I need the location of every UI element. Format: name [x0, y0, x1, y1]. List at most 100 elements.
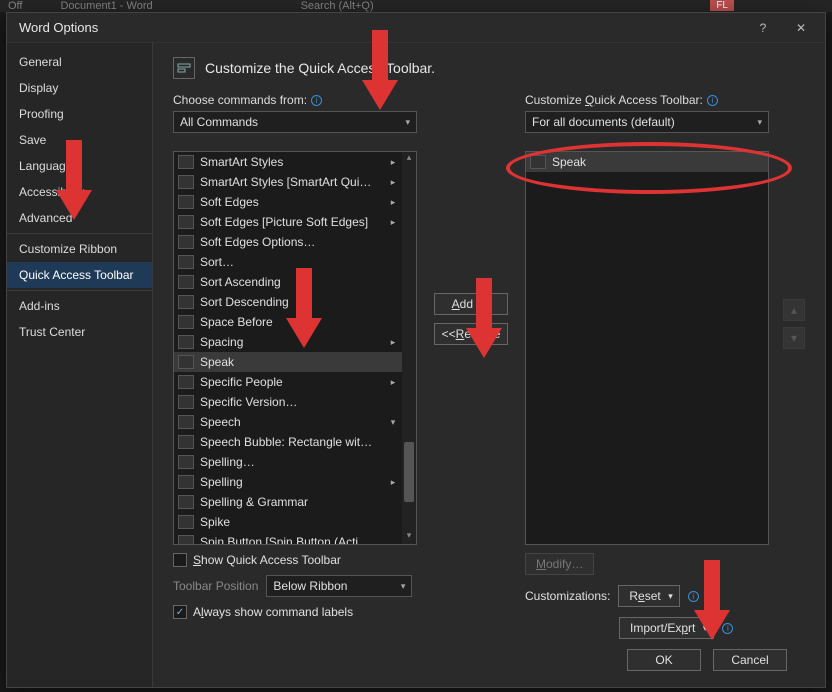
command-item[interactable]: Spelling▸	[174, 472, 402, 492]
always-labels-checkbox[interactable]: ✓	[173, 605, 187, 619]
command-item[interactable]: Speak	[174, 352, 402, 372]
command-item[interactable]: SmartArt Styles [SmartArt Qui…▸	[174, 172, 402, 192]
import-export-button[interactable]: Import/Exprt ▾	[619, 617, 714, 639]
command-item[interactable]: Soft Edges▸	[174, 192, 402, 212]
command-item[interactable]: Spike	[174, 512, 402, 532]
show-qat-row: Show Quick Access Toolbar	[173, 553, 417, 567]
submenu-caret-icon: ▸	[388, 337, 398, 348]
command-item[interactable]: Sort Descending	[174, 292, 402, 312]
show-qat-checkbox[interactable]	[173, 553, 187, 567]
modify-button[interactable]: Modify…	[525, 553, 594, 575]
command-item[interactable]: Sort Ascending	[174, 272, 402, 292]
command-label: Spike	[200, 515, 398, 529]
dialog-title: Word Options	[13, 20, 98, 35]
command-icon	[178, 315, 194, 329]
info-icon[interactable]: i	[311, 95, 322, 106]
columns: Choose commands from: i All Commands ▾ S…	[173, 93, 805, 639]
command-item[interactable]: SmartArt Styles▸	[174, 152, 402, 172]
reorder-column: ▴ ▾	[783, 93, 805, 349]
command-item[interactable]: Spacing ▸	[174, 332, 402, 352]
reset-button[interactable]: Reset ▾	[618, 585, 679, 607]
command-label: Space Before	[200, 315, 398, 329]
command-item[interactable]: Speech Bubble: Rectangle wit…	[174, 432, 402, 452]
close-button[interactable]: ✕	[783, 16, 819, 40]
info-icon[interactable]: i	[688, 591, 699, 602]
right-below-controls: Modify… Customizations: Reset ▾ i	[525, 553, 769, 639]
remove-button[interactable]: << Remove	[434, 323, 508, 345]
customize-qat-label: Customize Quick Access Toolbar: i	[525, 93, 769, 107]
command-icon	[178, 175, 194, 189]
chevron-down-icon: ▾	[757, 117, 762, 128]
autosave-off: Off	[8, 0, 22, 12]
command-item[interactable]: Soft Edges [Picture Soft Edges]▸	[174, 212, 402, 232]
toolbar-position-combo[interactable]: Below Ribbon ▾	[266, 575, 412, 597]
command-icon	[178, 255, 194, 269]
info-icon[interactable]: i	[707, 95, 718, 106]
command-icon	[178, 355, 194, 369]
nav-item-general[interactable]: General	[7, 49, 152, 75]
nav-item-quick-access-toolbar[interactable]: Quick Access Toolbar	[7, 262, 152, 288]
command-label: Soft Edges Options…	[200, 235, 398, 249]
dropdown-caret-icon: ▾	[388, 417, 398, 428]
word-options-dialog: Word Options ? ✕ GeneralDisplayProofingS…	[6, 12, 826, 688]
command-icon	[178, 215, 194, 229]
nav-item-display[interactable]: Display	[7, 75, 152, 101]
submenu-caret-icon: ▸	[388, 217, 398, 228]
middle-column: Add >> << Remove	[431, 93, 511, 345]
command-item[interactable]: Soft Edges Options…	[174, 232, 402, 252]
chevron-down-icon: ▾	[405, 117, 410, 128]
nav-item-accessibility[interactable]: Accessibility	[7, 179, 152, 205]
nav-item-advanced[interactable]: Advanced	[7, 205, 152, 231]
command-label: Speech Bubble: Rectangle wit…	[200, 435, 398, 449]
command-label: Speak	[200, 355, 398, 369]
commands-scrollbar[interactable]: ▴ ▾	[402, 152, 416, 544]
nav-item-language[interactable]: Language	[7, 153, 152, 179]
nav-item-proofing[interactable]: Proofing	[7, 101, 152, 127]
nav-item-save[interactable]: Save	[7, 127, 152, 153]
command-item[interactable]: Speech▾	[174, 412, 402, 432]
info-icon[interactable]: i	[722, 623, 733, 634]
submenu-caret-icon: ▸	[388, 197, 398, 208]
command-item[interactable]: Specific People▸	[174, 372, 402, 392]
scroll-down-icon[interactable]: ▾	[402, 530, 416, 544]
nav-item-trust-center[interactable]: Trust Center	[7, 319, 152, 345]
left-column: Choose commands from: i All Commands ▾ S…	[173, 93, 417, 619]
panel-header: Customize the Quick Access Toolbar.	[173, 57, 805, 79]
ok-button[interactable]: OK	[627, 649, 701, 671]
command-item[interactable]: Spin Button [Spin Button (Acti…	[174, 532, 402, 544]
command-icon	[178, 435, 194, 449]
nav-item-customize-ribbon[interactable]: Customize Ribbon	[7, 236, 152, 262]
command-item[interactable]: Spelling…	[174, 452, 402, 472]
cancel-button[interactable]: Cancel	[713, 649, 787, 671]
command-icon	[178, 375, 194, 389]
command-item[interactable]: Sort…	[174, 252, 402, 272]
command-item[interactable]: Space Before	[174, 312, 402, 332]
choose-commands-value: All Commands	[180, 115, 258, 129]
nav-sidebar: GeneralDisplayProofingSaveLanguageAccess…	[7, 43, 153, 687]
main-panel: Customize the Quick Access Toolbar. Choo…	[153, 43, 825, 687]
command-icon	[178, 235, 194, 249]
scroll-up-icon[interactable]: ▴	[402, 152, 416, 166]
move-up-button[interactable]: ▴	[783, 299, 805, 321]
scrollbar-thumb[interactable]	[404, 442, 414, 502]
background-window-top: Off Document1 - Word Search (Alt+Q)	[0, 0, 832, 12]
submenu-caret-icon: ▸	[388, 477, 398, 488]
command-label: Spacing	[200, 335, 382, 349]
commands-list[interactable]: SmartArt Styles▸SmartArt Styles [SmartAr…	[173, 151, 417, 545]
command-item[interactable]: Specific Version…	[174, 392, 402, 412]
command-icon	[178, 455, 194, 469]
nav-item-add-ins[interactable]: Add-ins	[7, 293, 152, 319]
add-button[interactable]: Add >>	[434, 293, 508, 315]
command-icon	[178, 535, 194, 544]
choose-commands-combo[interactable]: All Commands ▾	[173, 111, 417, 133]
qat-item[interactable]: Speak	[526, 152, 768, 172]
help-button[interactable]: ?	[745, 16, 781, 40]
move-down-button[interactable]: ▾	[783, 327, 805, 349]
command-icon	[178, 475, 194, 489]
customize-qat-value: For all documents (default)	[532, 115, 675, 129]
qat-list[interactable]: Speak	[525, 151, 769, 545]
command-item[interactable]: Spelling & Grammar	[174, 492, 402, 512]
customize-qat-combo[interactable]: For all documents (default) ▾	[525, 111, 769, 133]
choose-commands-label: Choose commands from: i	[173, 93, 417, 107]
speak-icon	[530, 155, 546, 169]
